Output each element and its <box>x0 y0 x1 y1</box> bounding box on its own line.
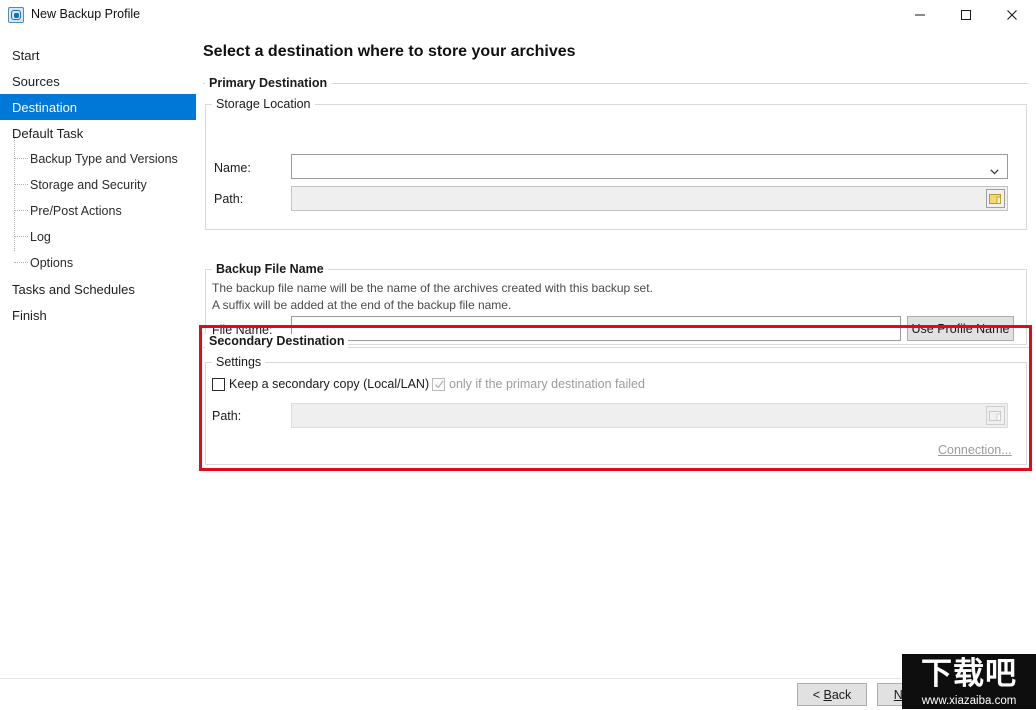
sidebar-item-storage-and-security[interactable]: Storage and Security <box>0 172 196 198</box>
file-name-input[interactable] <box>291 316 901 341</box>
sidebar-item-label: Log <box>30 230 51 244</box>
sidebar-item-label: Sources <box>12 73 60 89</box>
storage-location-title: Storage Location <box>212 97 315 111</box>
sidebar-item-finish[interactable]: Finish <box>0 302 196 328</box>
sidebar-item-label: Start <box>12 47 40 63</box>
primary-destination-title: Primary Destination <box>205 76 332 90</box>
sidebar-item-backup-type-and-versions[interactable]: Backup Type and Versions <box>0 146 196 172</box>
next-button[interactable]: Next > <box>877 683 947 706</box>
close-icon[interactable] <box>989 0 1035 29</box>
sidebar-item-sources[interactable]: Sources <box>0 68 196 94</box>
sidebar-item-label: Finish <box>12 307 47 323</box>
backup-file-name-help-2: A suffix will be added at the end of the… <box>212 298 512 312</box>
sidebar-item-label: Options <box>30 256 74 270</box>
sidebar-item-pre-post-actions[interactable]: Pre/Post Actions <box>0 198 196 224</box>
back-button[interactable]: < Back <box>797 683 867 706</box>
sidebar-item-label: Tasks and Schedules <box>12 281 135 297</box>
keep-secondary-copy-checkbox[interactable]: Keep a secondary copy (Local/LAN) <box>212 377 429 391</box>
sidebar-item-tasks-and-schedules[interactable]: Tasks and Schedules <box>0 276 196 302</box>
checkbox-box <box>432 377 445 391</box>
check-icon <box>434 379 445 390</box>
name-label: Name: <box>214 161 251 175</box>
only-if-primary-failed-checkbox[interactable]: only if the primary destination failed <box>432 377 645 391</box>
keep-secondary-copy-label: Keep a secondary copy (Local/LAN) <box>229 377 430 391</box>
minimize-icon[interactable] <box>897 0 943 29</box>
connection-link[interactable]: Connection... <box>938 443 1012 457</box>
secondary-path-field[interactable] <box>291 403 1008 428</box>
sidebar-item-label: Storage and Security <box>30 178 147 192</box>
sidebar-item-label: Default Task <box>12 125 84 141</box>
secondary-settings-title: Settings <box>212 355 266 369</box>
backup-file-name-title: Backup File Name <box>212 262 328 276</box>
page-title: Select a destination where to store your… <box>203 43 576 60</box>
footer-bar: < Back Next > Cancel <box>0 678 1036 710</box>
secondary-path-label: Path: <box>212 409 242 423</box>
sidebar-item-destination[interactable]: Destination <box>0 94 196 120</box>
folder-icon[interactable] <box>986 189 1005 208</box>
folder-icon[interactable] <box>986 406 1005 425</box>
storage-path-field[interactable] <box>291 186 1008 211</box>
maximize-icon[interactable] <box>943 0 989 29</box>
sidebar: Start Sources Destination Default Task B… <box>0 29 196 678</box>
sidebar-item-label: Backup Type and Versions <box>30 152 178 166</box>
checkbox-box <box>212 377 225 391</box>
title-bar: New Backup Profile <box>0 0 1036 30</box>
sidebar-item-label: Pre/Post Actions <box>30 204 122 218</box>
cancel-button[interactable]: Cancel <box>957 683 1027 706</box>
only-if-primary-failed-label: only if the primary destination failed <box>449 377 645 391</box>
app-icon <box>8 7 24 23</box>
chevron-down-icon <box>990 164 999 174</box>
main-content: Select a destination where to store your… <box>196 29 1036 678</box>
use-profile-name-button[interactable]: Use Profile Name <box>907 316 1014 341</box>
sidebar-item-options[interactable]: Options <box>0 250 196 276</box>
path-label: Path: <box>214 192 244 206</box>
storage-name-combobox[interactable] <box>291 154 1008 179</box>
sidebar-item-start[interactable]: Start <box>0 42 196 68</box>
sidebar-item-log[interactable]: Log <box>0 224 196 250</box>
sidebar-item-default-task[interactable]: Default Task <box>0 120 196 146</box>
sidebar-item-label: Destination <box>12 99 78 115</box>
secondary-destination-title: Secondary Destination <box>205 334 349 348</box>
window-title: New Backup Profile <box>31 7 141 21</box>
backup-file-name-help-1: The backup file name will be the name of… <box>212 281 653 295</box>
